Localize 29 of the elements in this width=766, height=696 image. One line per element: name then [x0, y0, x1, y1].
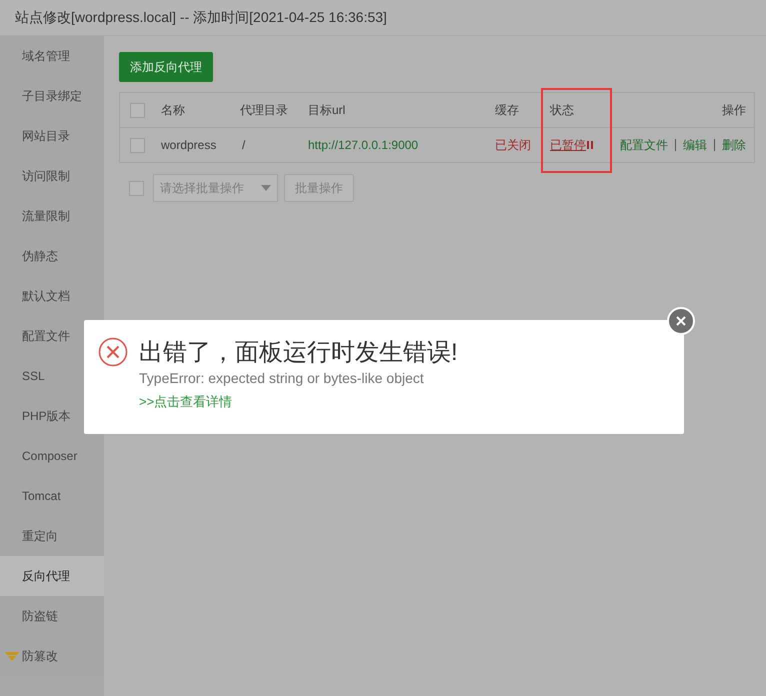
row-checkbox[interactable]: [130, 138, 145, 152]
error-icon: [98, 337, 128, 367]
column-header: 代理目录: [240, 102, 289, 119]
batch-button[interactable]: 批量操作: [284, 174, 354, 202]
batch-checkbox[interactable]: [129, 180, 144, 196]
close-button[interactable]: [667, 307, 695, 335]
column-header: 状态: [550, 102, 575, 119]
action-link[interactable]: 配置文件: [620, 136, 668, 154]
dialog-title: 出错了，面板运行时发生错误!: [139, 338, 458, 368]
details-link[interactable]: >>点击查看详情: [139, 392, 458, 412]
column-header: 目标url: [308, 102, 346, 119]
cache-status[interactable]: 已关闭: [495, 136, 550, 154]
select-all-checkbox[interactable]: [130, 102, 145, 118]
action-link[interactable]: 删除: [722, 136, 746, 154]
caret-icon: [261, 185, 271, 191]
url-link[interactable]: http://127.0.0.1:9000: [308, 136, 418, 154]
error-message: TypeError: expected string or bytes-like object: [139, 369, 425, 387]
close-icon: [676, 316, 686, 326]
table-cell-text: wordpress: [161, 137, 218, 154]
sidebar-item[interactable]: 反向代理: [0, 556, 104, 596]
batch-select[interactable]: 请选择批量操作: [153, 174, 278, 202]
add-proxy-button[interactable]: 添加反向代理: [119, 52, 213, 82]
status-link[interactable]: 已暂停: [550, 136, 586, 154]
window-title: 站点修改[wordpress.local] -- 添加时间[2021-04-25 16:36:53]: [15, 8, 387, 27]
table-cell-text: /: [241, 137, 246, 154]
column-header: 缓存: [495, 102, 520, 119]
column-header: 名称: [161, 102, 186, 119]
column-header: 操作: [722, 102, 746, 119]
action-link[interactable]: 编辑: [683, 136, 707, 154]
